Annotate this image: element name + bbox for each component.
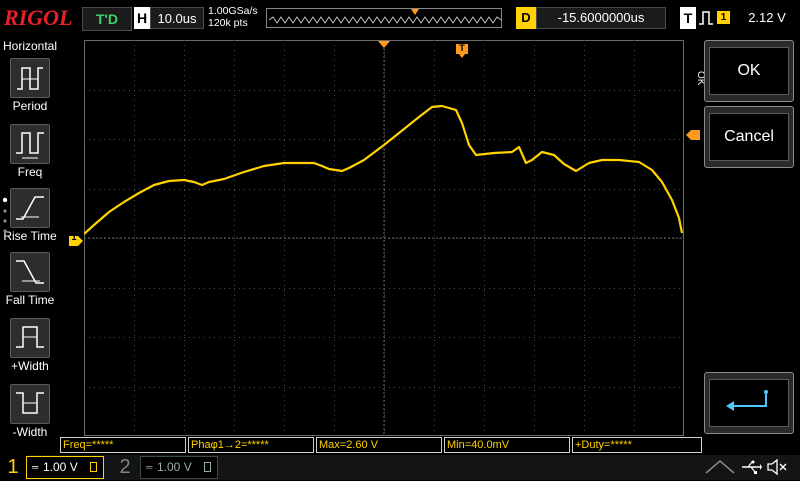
trigger-point-marker: T <box>456 43 468 58</box>
ok-button[interactable]: OK <box>704 40 794 102</box>
channel-marker-label: 1 <box>71 232 77 242</box>
enter-return-icon <box>709 379 789 427</box>
ok-button-label: OK <box>709 47 789 95</box>
mute-speaker-icon <box>766 458 788 476</box>
trigger-edge-icon <box>698 9 714 27</box>
menu-page-indicator <box>2 197 8 237</box>
trigger-level-marker[interactable] <box>686 127 700 140</box>
channel-2-number[interactable]: 2 <box>112 455 138 480</box>
trigger-label: T <box>680 7 696 29</box>
memory-depth: 120k pts <box>208 17 248 29</box>
measurement-positive-duty[interactable]: +Duty=***** <box>572 437 702 453</box>
menu-item-label: Freq <box>17 165 43 179</box>
cancel-button-label: Cancel <box>709 113 789 161</box>
timebase-value[interactable]: 10.0us <box>150 7 204 29</box>
memory-position-bar[interactable] <box>266 8 502 28</box>
dc-coupling-icon: ═ <box>146 462 153 472</box>
measurement-phase[interactable]: Phaφ1→2=***** <box>188 437 314 453</box>
menu-item-label: Period <box>12 99 48 113</box>
menu-item-label: Rise Time <box>3 229 57 243</box>
bandwidth-limit-icon <box>204 462 211 472</box>
delay-label: D <box>516 7 536 29</box>
horizontal-label: H <box>134 7 150 29</box>
menu-item-negative-width[interactable]: -Width <box>0 384 60 448</box>
channel-2-settings[interactable]: ═ 1.00 V <box>140 456 218 479</box>
period-icon <box>10 58 50 98</box>
menu-item-label: +Width <box>11 359 49 373</box>
enter-button[interactable] <box>704 372 794 434</box>
menu-item-label: Fall Time <box>5 293 55 307</box>
trigger-position-marker[interactable] <box>378 36 390 48</box>
rise-time-icon <box>10 188 50 228</box>
menu-item-label: -Width <box>12 425 48 439</box>
memory-trigger-marker <box>411 9 419 15</box>
usb-icon <box>740 459 762 475</box>
menu-item-rise-time[interactable]: Rise Time <box>0 188 60 252</box>
channel-1-waveform <box>83 104 684 235</box>
measurement-freq[interactable]: Freq=***** <box>60 437 186 453</box>
sample-rate: 1.00GSa/s <box>208 5 258 17</box>
bandwidth-limit-icon <box>90 462 97 472</box>
memory-waveform-overview <box>268 9 501 24</box>
negative-width-icon <box>10 384 50 424</box>
cancel-button[interactable]: Cancel <box>704 106 794 168</box>
ok-side-label: OK <box>695 71 706 86</box>
trigger-source-badge: 1 <box>717 11 730 24</box>
menu-item-positive-width[interactable]: +Width <box>0 318 60 382</box>
channel-1-offset-marker[interactable]: 1 <box>69 232 83 246</box>
menu-item-period[interactable]: Period <box>0 58 60 122</box>
acquisition-info: 1.00GSa/s 120k pts <box>208 5 268 33</box>
frequency-icon <box>10 124 50 164</box>
graticule <box>83 40 684 436</box>
menu-title: Horizontal <box>2 39 58 53</box>
positive-width-icon <box>10 318 50 358</box>
measurement-min[interactable]: Min=40.0mV <box>444 437 570 453</box>
channel-1-number[interactable]: 1 <box>0 455 26 480</box>
measurement-max[interactable]: Max=2.60 V <box>316 437 442 453</box>
channel-1-scale: 1.00 V <box>43 460 78 474</box>
menu-item-fall-time[interactable]: Fall Time <box>0 252 60 316</box>
trigger-marker-label: T <box>459 43 465 53</box>
rigol-logo: RIGOL <box>4 5 73 30</box>
trigger-level-value[interactable]: 2.12 V <box>736 7 798 29</box>
fall-time-icon <box>10 252 50 292</box>
delay-value[interactable]: -15.6000000us <box>536 7 666 29</box>
menu-arrow-icon <box>704 459 736 475</box>
menu-item-freq[interactable]: Freq <box>0 124 60 188</box>
waveform-display[interactable] <box>83 40 684 436</box>
channel-2-scale: 1.00 V <box>157 460 192 474</box>
run-status-badge[interactable]: T'D <box>82 7 132 31</box>
channel-1-settings[interactable]: ═ 1.00 V <box>26 456 104 479</box>
dc-coupling-icon: ═ <box>32 462 39 472</box>
